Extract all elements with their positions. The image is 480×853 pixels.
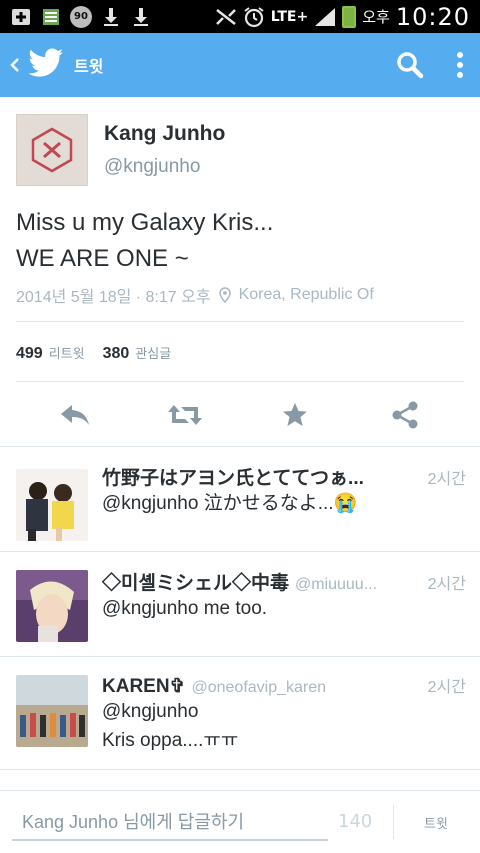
search-icon[interactable]: [380, 33, 440, 97]
divider: [393, 805, 394, 839]
char-count: 140: [338, 811, 373, 832]
tweet-location[interactable]: Korea, Republic Of: [239, 286, 374, 304]
retweet-icon[interactable]: [165, 395, 205, 435]
alarm-icon: [243, 6, 265, 27]
reply-input[interactable]: [12, 805, 328, 841]
reply-icon[interactable]: [55, 395, 95, 435]
divider: [16, 321, 464, 322]
tweet-stats: 499 리트윗 380 관심글: [16, 343, 183, 363]
tweet-text-line: Miss u my Galaxy Kris...: [16, 209, 274, 236]
tweet-author[interactable]: Kang Junho @kngjunho: [16, 114, 466, 186]
back-chevron-icon[interactable]: [2, 33, 28, 97]
reply-composer: 140 트윗: [0, 790, 480, 853]
clock-time: 10:20: [395, 2, 470, 31]
tweet-text: Miss u my Galaxy Kris... WE ARE ONE ~: [16, 205, 466, 277]
author-name: Kang Junho: [104, 122, 226, 145]
reply-author-name: ◇미셸ミシェル◇中毒: [102, 573, 289, 594]
app-bar-title: 트윗: [74, 57, 104, 76]
tweet-actions: [0, 385, 480, 445]
notification-count-badge: 90: [70, 5, 92, 28]
reply-author-name: 竹野子はアヨン氏とててつぁ...: [102, 468, 364, 489]
favorite-star-icon[interactable]: [275, 395, 315, 435]
download-icon: [130, 7, 152, 27]
clock-ampm: 오후: [362, 8, 390, 26]
author-avatar[interactable]: [16, 114, 88, 186]
favorite-count[interactable]: 380: [103, 345, 130, 363]
reply-text-line: Kris oppa....ㅠㅠ: [102, 730, 239, 751]
author-handle: @kngjunho: [104, 156, 201, 177]
retweet-label[interactable]: 리트윗: [49, 343, 85, 362]
download-icon: [100, 7, 122, 27]
status-bar: 90 LTE+ 오후 10:20: [0, 0, 480, 33]
tweet-meta: 2014년 5월 18일 · 8:17 오후 Korea, Republic O…: [16, 283, 466, 307]
network-type: LTE+: [270, 8, 309, 25]
overflow-menu-icon[interactable]: [440, 33, 480, 97]
reply-time: 2시간: [427, 679, 466, 696]
reply-header: ◇미셸ミシェル◇中毒 @miuuuu... 2시간: [102, 568, 466, 594]
tweet-timestamp: 2014년 5월 18일 · 8:17 오후: [16, 289, 211, 306]
share-icon[interactable]: [385, 395, 425, 435]
reply-avatar[interactable]: [16, 469, 88, 541]
reply-tweet[interactable]: KAREN✞ @oneofavip_karen 2시간 @kngjunho Kr…: [0, 657, 480, 769]
reply-tweet[interactable]: ◇미셸ミシェル◇中毒 @miuuuu... 2시간 @kngjunho me t…: [0, 552, 480, 656]
reply-text: @kngjunho me too.: [102, 598, 268, 619]
app-bar: 트윗: [0, 33, 480, 97]
tweet-text-line: WE ARE ONE ~: [16, 245, 189, 272]
reply-time: 2시간: [427, 471, 466, 488]
reply-author-handle: @oneofavip_karen: [191, 679, 327, 696]
reply-time: 2시간: [427, 576, 466, 593]
plus-notification-icon: [10, 7, 32, 27]
tweet-button[interactable]: 트윗: [404, 803, 468, 841]
signal-icon: [314, 7, 336, 27]
reply-text: @kngjunho Kris oppa....ㅠㅠ: [102, 697, 466, 755]
twitter-bird-icon[interactable]: [28, 48, 64, 82]
reply-text-line: @kngjunho: [102, 701, 199, 722]
reply-avatar[interactable]: [16, 675, 88, 747]
divider: [0, 769, 480, 770]
battery-icon: [342, 5, 357, 28]
favorite-label[interactable]: 관심글: [135, 343, 171, 362]
reply-header: KAREN✞ @oneofavip_karen 2시간: [102, 673, 466, 699]
reply-tweet[interactable]: 竹野子はアヨン氏とててつぁ... 2시간 @kngjunho 泣かせるなよ...…: [0, 447, 480, 551]
reply-avatar[interactable]: [16, 570, 88, 642]
reply-author-handle: @miuuuu...: [294, 576, 378, 593]
location-pin-icon: [218, 287, 231, 303]
list-notification-icon: [40, 7, 62, 27]
divider: [16, 381, 464, 382]
reply-text: @kngjunho 泣かせるなよ...😭: [102, 493, 358, 514]
reply-author-name: KAREN✞: [102, 676, 186, 697]
reply-header: 竹野子はアヨン氏とててつぁ... 2시간: [102, 463, 466, 489]
nfc-icon: [215, 7, 237, 27]
retweet-count[interactable]: 499: [16, 345, 43, 363]
